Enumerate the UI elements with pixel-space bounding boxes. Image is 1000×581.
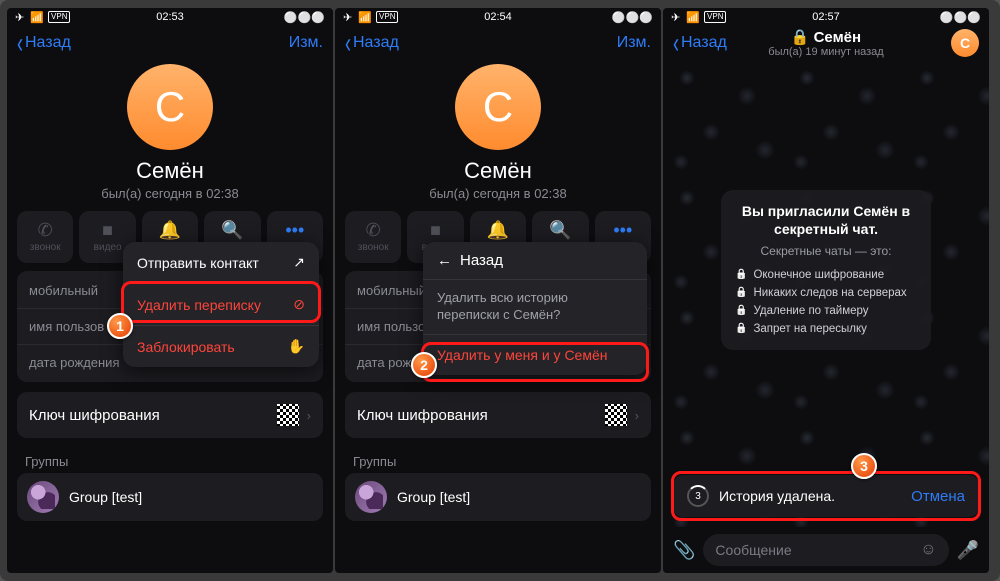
mic-icon[interactable]: 🎤 bbox=[957, 540, 979, 561]
group-avatar bbox=[355, 481, 387, 513]
chevron-right-icon: › bbox=[307, 408, 311, 423]
feature-timer: Удаление по таймеру bbox=[735, 302, 917, 320]
status-bar: ✈ 📶 VPN 02:57 ⚪⚪⚪ bbox=[663, 8, 989, 26]
group-avatar bbox=[27, 481, 59, 513]
countdown-spinner: 3 bbox=[687, 485, 709, 507]
call-button[interactable]: ✆звонок bbox=[345, 211, 401, 263]
chat-area[interactable]: Вы пригласили Семён в секретный чат. Сек… bbox=[663, 60, 989, 527]
group-item[interactable]: Group [test] bbox=[17, 473, 323, 521]
screen-3: ✈ 📶 VPN 02:57 ⚪⚪⚪ ‹Назад 🔒Семён был(а) 1… bbox=[663, 8, 989, 573]
encryption-card[interactable]: Ключ шифрования › bbox=[17, 392, 323, 438]
more-icon: ••• bbox=[285, 221, 304, 239]
screen-1: ✈ 📶 VPN 02:53 ⚪⚪⚪ ‹Назад Изм. C Семён бы… bbox=[7, 8, 333, 573]
secret-heading: Вы пригласили Семён в секретный чат. bbox=[735, 202, 917, 238]
sticker-icon[interactable]: ☺ bbox=[920, 541, 936, 559]
more-icon: ••• bbox=[613, 221, 632, 239]
delete-for-both-item[interactable]: Удалить у меня и у Семён bbox=[423, 335, 647, 375]
search-icon: 🔍 bbox=[549, 221, 571, 239]
status-bar: ✈ 📶 VPN 02:53 ⚪⚪⚪ bbox=[7, 8, 333, 26]
encryption-key-label: Ключ шифрования bbox=[357, 407, 488, 424]
groups-title: Группы bbox=[7, 448, 333, 473]
phone-icon: ✆ bbox=[366, 221, 381, 239]
bell-icon: 🔔 bbox=[159, 221, 181, 239]
search-icon: 🔍 bbox=[221, 221, 243, 239]
screen-2: ✈ 📶 VPN 02:54 ⚪⚪⚪ ‹Назад Изм. C Семён бы… bbox=[335, 8, 661, 573]
placeholder-text: Сообщение bbox=[715, 542, 791, 558]
message-input[interactable]: Сообщение ☺ bbox=[703, 534, 948, 566]
bell-icon: 🔔 bbox=[487, 221, 509, 239]
profile-name: Семён bbox=[7, 158, 333, 184]
phone-icon: ✆ bbox=[38, 221, 53, 239]
edit-button[interactable]: Изм. bbox=[617, 34, 651, 52]
delete-confirm-menu: ←Назад Удалить всю историю переписки с С… bbox=[423, 242, 647, 375]
undo-button[interactable]: Отмена bbox=[911, 488, 965, 505]
avatar[interactable]: C bbox=[127, 64, 213, 150]
call-button[interactable]: ✆звонок bbox=[17, 211, 73, 263]
last-seen: был(а) сегодня в 02:38 bbox=[335, 186, 661, 201]
lock-icon: 🔒 bbox=[791, 28, 810, 46]
send-contact-item[interactable]: Отправить контакт↗ bbox=[123, 242, 319, 284]
chevron-left-icon: ‹ bbox=[17, 29, 23, 58]
delete-icon: ⊘ bbox=[293, 296, 305, 313]
chat-title[interactable]: Семён bbox=[814, 29, 861, 46]
encryption-card[interactable]: Ключ шифрования › bbox=[345, 392, 651, 438]
vpn-badge: VPN bbox=[376, 11, 398, 23]
feature-e2e: Оконечное шифрование bbox=[735, 266, 917, 284]
nav-bar: ‹Назад 🔒Семён был(а) 19 минут назад C bbox=[663, 26, 989, 60]
video-icon: ■ bbox=[102, 221, 113, 239]
clock: 02:57 bbox=[812, 11, 840, 23]
vpn-badge: VPN bbox=[48, 11, 70, 23]
back-button[interactable]: ‹Назад bbox=[345, 34, 399, 52]
input-bar: 📎 Сообщение ☺ 🎤 bbox=[663, 527, 989, 573]
chevron-left-icon: ‹ bbox=[345, 29, 351, 58]
delete-history-item[interactable]: Удалить переписку⊘ bbox=[123, 284, 319, 326]
block-item[interactable]: Заблокировать✋ bbox=[123, 326, 319, 367]
clock: 02:54 bbox=[484, 11, 512, 23]
group-name: Group [test] bbox=[397, 489, 470, 505]
secret-sub: Секретные чаты — это: bbox=[735, 244, 917, 258]
confirm-question: Удалить всю историю переписки с Семён? bbox=[423, 280, 647, 335]
nav-bar: ‹Назад Изм. bbox=[335, 26, 661, 60]
back-button[interactable]: ‹Назад bbox=[673, 34, 727, 52]
step-badge-3: 3 bbox=[851, 453, 877, 479]
attach-icon[interactable]: 📎 bbox=[673, 540, 695, 561]
toast-message: История удалена. bbox=[719, 488, 911, 504]
video-icon: ■ bbox=[430, 221, 441, 239]
popup-back[interactable]: ←Назад bbox=[423, 242, 647, 280]
edit-button[interactable]: Изм. bbox=[289, 34, 323, 52]
arrow-left-icon: ← bbox=[437, 252, 452, 269]
group-item[interactable]: Group [test] bbox=[345, 473, 651, 521]
chevron-left-icon: ‹ bbox=[673, 29, 679, 58]
undo-toast: 3 История удалена. Отмена bbox=[673, 475, 979, 517]
qr-icon bbox=[277, 404, 299, 426]
feature-no-forward: Запрет на пересылку bbox=[735, 320, 917, 338]
vpn-badge: VPN bbox=[704, 11, 726, 23]
nav-bar: ‹Назад Изм. bbox=[7, 26, 333, 60]
last-seen: был(а) сегодня в 02:38 bbox=[7, 186, 333, 201]
avatar[interactable]: C bbox=[455, 64, 541, 150]
secret-chat-card: Вы пригласили Семён в секретный чат. Сек… bbox=[721, 190, 931, 350]
chat-last-seen: был(а) 19 минут назад bbox=[768, 46, 883, 58]
groups-title: Группы bbox=[335, 448, 661, 473]
clock: 02:53 bbox=[156, 11, 184, 23]
share-icon: ↗ bbox=[293, 254, 305, 271]
back-button[interactable]: ‹Назад bbox=[17, 34, 71, 52]
profile-name: Семён bbox=[335, 158, 661, 184]
chevron-right-icon: › bbox=[635, 408, 639, 423]
status-bar: ✈ 📶 VPN 02:54 ⚪⚪⚪ bbox=[335, 8, 661, 26]
group-name: Group [test] bbox=[69, 489, 142, 505]
feature-no-trace: Никаких следов на серверах bbox=[735, 284, 917, 302]
avatar-small[interactable]: C bbox=[951, 29, 979, 57]
step-badge-2: 2 bbox=[411, 352, 437, 378]
encryption-key-label: Ключ шифрования bbox=[29, 407, 160, 424]
context-menu: Отправить контакт↗ Удалить переписку⊘ За… bbox=[123, 242, 319, 367]
hand-icon: ✋ bbox=[288, 338, 305, 355]
qr-icon bbox=[605, 404, 627, 426]
step-badge-1: 1 bbox=[107, 313, 133, 339]
